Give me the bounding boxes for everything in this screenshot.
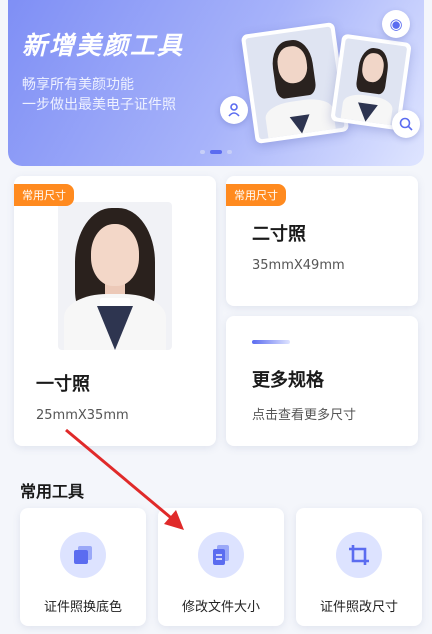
card-two-inch[interactable]: 常用尺寸 二寸照 35mmX49mm [226, 176, 418, 306]
search-icon [392, 110, 420, 138]
carousel-indicator [0, 150, 432, 154]
banner-photo-large [240, 21, 350, 145]
eye-icon: ◉ [382, 10, 410, 38]
card-subtitle: 点击查看更多尺寸 [252, 408, 357, 423]
tool-change-photo-size[interactable]: 证件照改尺寸 [296, 508, 422, 626]
tool-change-background[interactable]: 证件照换底色 [20, 508, 146, 626]
decor-bar [252, 340, 290, 344]
banner-subtitle-2: 一步做出最美电子证件照 [22, 97, 176, 113]
tool-resize-file[interactable]: 修改文件大小 [158, 508, 284, 626]
card-more-specs[interactable]: 更多规格 点击查看更多尺寸 [226, 316, 418, 446]
layers-icon [60, 532, 106, 578]
promo-banner[interactable]: 新增美颜工具 畅享所有美颜功能 一步做出最美电子证件照 ◉ [8, 0, 424, 166]
tool-label: 证件照改尺寸 [319, 600, 398, 615]
card-title: 二寸照 [252, 224, 306, 245]
banner-title: 新增美颜工具 [22, 31, 185, 60]
crop-icon [336, 532, 382, 578]
card-size: 25mmX35mm [36, 408, 129, 423]
tools-section-title: 常用工具 [20, 482, 85, 501]
card-size: 35mmX49mm [252, 258, 345, 273]
carousel-dot[interactable] [227, 150, 232, 154]
carousel-dot-active[interactable] [210, 150, 222, 154]
person-icon [220, 96, 248, 124]
card-one-inch[interactable]: 常用尺寸 一寸照 25mmX35mm [14, 176, 216, 446]
tool-label: 证件照换底色 [43, 600, 122, 615]
carousel-dot[interactable] [200, 150, 205, 154]
common-size-tag: 常用尺寸 [226, 184, 286, 206]
banner-subtitle-1: 畅享所有美颜功能 [22, 77, 134, 93]
tool-label: 修改文件大小 [181, 600, 260, 615]
sample-portrait [58, 202, 172, 350]
common-size-tag: 常用尺寸 [14, 184, 74, 206]
card-title: 一寸照 [36, 374, 90, 395]
document-icon [198, 532, 244, 578]
card-title: 更多规格 [252, 370, 324, 391]
